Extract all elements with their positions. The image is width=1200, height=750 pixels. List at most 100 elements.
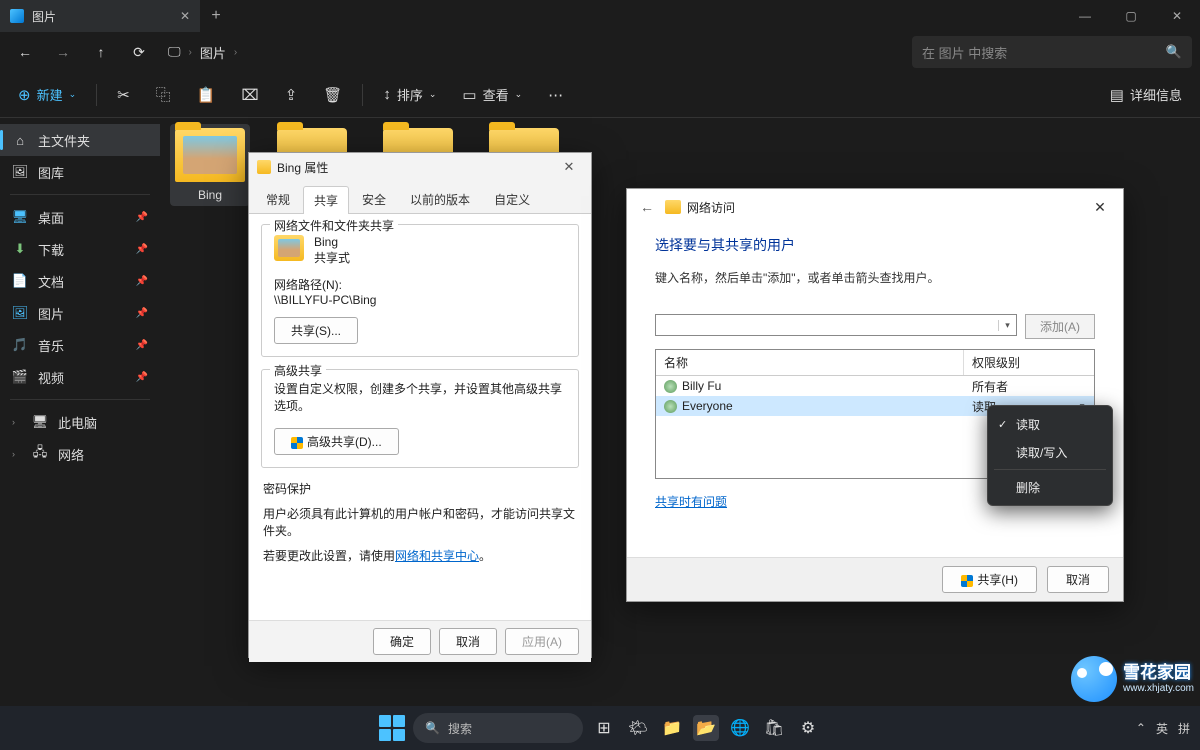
- dialog-title: Bing 属性: [277, 159, 328, 176]
- network-path-label: 网络路径(N):: [274, 276, 566, 293]
- permission-menu: 读取 读取/写入 删除: [987, 405, 1113, 506]
- pictures-icon: 🖼: [12, 305, 28, 321]
- delete-button[interactable]: 🗑: [317, 79, 348, 111]
- advanced-sharing-section: 高级共享 设置自定义权限，创建多个共享，并设置其他高级共享选项。 高级共享(D)…: [261, 369, 579, 468]
- copy-button[interactable]: ⿻: [150, 79, 177, 111]
- column-name[interactable]: 名称: [656, 350, 964, 375]
- rename-button[interactable]: ⌧: [235, 79, 264, 111]
- tab-general[interactable]: 常规: [255, 185, 301, 213]
- sidebar-item-thispc[interactable]: ›🖥此电脑: [0, 406, 160, 438]
- add-button[interactable]: 添加(A): [1025, 314, 1095, 339]
- sidebar-item-gallery[interactable]: 🖼图库: [0, 156, 160, 188]
- share-button[interactable]: 共享(S)...: [274, 317, 358, 344]
- folder-icon: [257, 160, 271, 174]
- folder-icon: [175, 128, 245, 182]
- gallery-icon: 🖼: [12, 164, 28, 180]
- chevron-right-icon: ›: [12, 417, 22, 427]
- maximize-button[interactable]: ▢: [1108, 0, 1154, 32]
- user-combobox[interactable]: ▾: [655, 314, 1017, 336]
- ellipsis-icon: ⋯: [548, 86, 563, 104]
- ime-indicator[interactable]: 拼: [1178, 720, 1190, 737]
- column-permission[interactable]: 权限级别: [964, 350, 1094, 375]
- shared-folder-icon: [274, 235, 304, 261]
- start-button[interactable]: [379, 715, 405, 741]
- sidebar-item-videos[interactable]: 🎬视频📌: [0, 361, 160, 393]
- tab-security[interactable]: 安全: [351, 185, 397, 213]
- sidebar-item-downloads[interactable]: ⬇下载📌: [0, 233, 160, 265]
- ok-button[interactable]: 确定: [373, 628, 431, 655]
- explorer-icon[interactable]: 📂: [693, 715, 719, 741]
- perm-remove[interactable]: 删除: [988, 473, 1112, 501]
- perm-readwrite[interactable]: 读取/写入: [988, 438, 1112, 466]
- share-icon: ⇪: [285, 86, 298, 104]
- folder-item[interactable]: Bing: [170, 124, 250, 206]
- task-view-icon[interactable]: ⊞: [591, 715, 617, 741]
- chevron-up-icon[interactable]: ⌃: [1136, 721, 1146, 735]
- close-icon[interactable]: ✕: [555, 159, 583, 175]
- close-icon[interactable]: ✕: [1085, 199, 1115, 216]
- details-pane-button[interactable]: ▤详细信息: [1104, 79, 1188, 111]
- cut-icon: ✂: [117, 86, 130, 104]
- chevron-down-icon: ⌄: [429, 89, 437, 100]
- new-button[interactable]: ⊕新建⌄: [12, 79, 82, 111]
- window-tab[interactable]: 图片 ✕: [0, 0, 200, 32]
- search-icon: 🔍: [1166, 44, 1182, 60]
- tab-customize[interactable]: 自定义: [483, 185, 541, 213]
- sort-icon: ↕: [383, 86, 391, 103]
- search-placeholder: 在 图片 中搜索: [922, 43, 1007, 62]
- up-button[interactable]: ↑: [84, 36, 118, 68]
- ime-indicator[interactable]: 英: [1156, 720, 1168, 737]
- new-tab-button[interactable]: +: [200, 7, 232, 25]
- share-submit-button[interactable]: 共享(H): [942, 566, 1037, 593]
- address-bar[interactable]: 🖵 › 图片 ›: [160, 36, 908, 68]
- cancel-button[interactable]: 取消: [1047, 566, 1109, 593]
- cancel-button[interactable]: 取消: [439, 628, 497, 655]
- breadcrumb-pictures[interactable]: 图片: [200, 43, 226, 62]
- paste-button[interactable]: 📋: [191, 79, 222, 111]
- sidebar-item-network[interactable]: ›🖧网络: [0, 438, 160, 470]
- sharing-trouble-link[interactable]: 共享时有问题: [655, 495, 727, 509]
- share-button[interactable]: ⇪: [279, 79, 304, 111]
- back-button[interactable]: ←: [8, 36, 42, 68]
- section-title: 高级共享: [270, 362, 326, 379]
- cut-button[interactable]: ✂: [111, 79, 136, 111]
- monitor-icon: 🖵: [168, 44, 181, 60]
- close-button[interactable]: ✕: [1154, 0, 1200, 32]
- dialog-titlebar[interactable]: Bing 属性 ✕: [249, 153, 591, 181]
- forward-button[interactable]: →: [46, 36, 80, 68]
- tab-sharing[interactable]: 共享: [303, 186, 349, 214]
- taskbar-app-icon[interactable]: 📁: [659, 715, 685, 741]
- store-icon[interactable]: 🛍: [761, 715, 787, 741]
- apply-button[interactable]: 应用(A): [505, 628, 579, 655]
- taskbar-app-icon[interactable]: 🌤: [625, 715, 651, 741]
- minimize-button[interactable]: —: [1062, 0, 1108, 32]
- settings-icon[interactable]: ⚙: [795, 715, 821, 741]
- tab-previous-versions[interactable]: 以前的版本: [399, 185, 481, 213]
- dialog-heading: 选择要与其共享的用户: [655, 235, 1095, 255]
- sidebar-item-music[interactable]: 🎵音乐📌: [0, 329, 160, 361]
- sidebar-item-documents[interactable]: 📄文档📌: [0, 265, 160, 297]
- close-tab-icon[interactable]: ✕: [180, 9, 190, 23]
- plus-circle-icon: ⊕: [18, 86, 31, 104]
- search-input[interactable]: 在 图片 中搜索 🔍: [912, 36, 1192, 68]
- sidebar-item-desktop[interactable]: 🖥桌面📌: [0, 201, 160, 233]
- refresh-button[interactable]: ⟳: [122, 36, 156, 68]
- perm-read[interactable]: 读取: [988, 410, 1112, 438]
- view-button[interactable]: ▭查看⌄: [456, 79, 528, 111]
- advanced-sharing-button[interactable]: 高级共享(D)...: [274, 428, 399, 455]
- edge-icon[interactable]: 🌐: [727, 715, 753, 741]
- back-button[interactable]: ←: [635, 199, 659, 215]
- network-sharing-center-link[interactable]: 网络和共享中心: [395, 549, 479, 563]
- sort-button[interactable]: ↕排序⌄: [377, 79, 442, 111]
- watermark-url: www.xhjaty.com: [1123, 683, 1194, 694]
- music-icon: 🎵: [12, 337, 28, 353]
- sidebar-item-pictures[interactable]: 🖼图片📌: [0, 297, 160, 329]
- watermark-text: 雪花家园: [1123, 664, 1194, 683]
- section-title: 网络文件和文件夹共享: [270, 217, 398, 234]
- sidebar-item-home[interactable]: ⌂主文件夹: [0, 124, 160, 156]
- section-title: 密码保护: [263, 480, 577, 497]
- dialog-header: ← 网络访问 ✕: [627, 189, 1123, 225]
- user-row[interactable]: Billy Fu 所有者: [656, 376, 1094, 396]
- more-button[interactable]: ⋯: [542, 79, 569, 111]
- taskbar-search[interactable]: 🔍搜索: [413, 713, 583, 743]
